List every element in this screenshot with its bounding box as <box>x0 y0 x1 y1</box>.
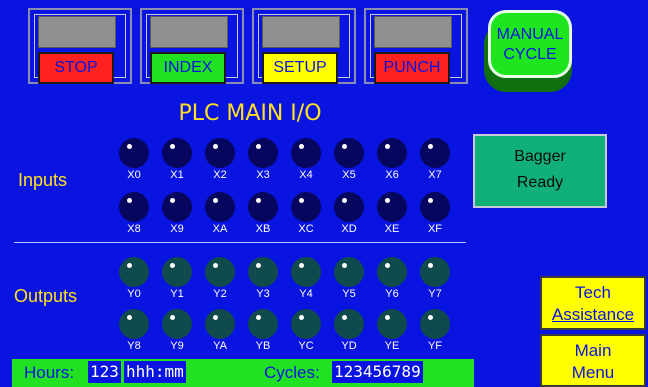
stop-label: STOP <box>38 52 114 84</box>
bagger-ready-indicator: Bagger Ready <box>473 134 607 208</box>
input-led-x6 <box>377 138 407 168</box>
hours-label: Hours: <box>24 363 75 382</box>
setup-button[interactable]: SETUP <box>252 8 356 84</box>
led-label: X3 <box>256 169 270 181</box>
led-label: YD <box>341 340 357 352</box>
tech-assistance-line2: Assistance <box>551 305 635 324</box>
stop-button[interactable]: STOP <box>28 8 132 84</box>
status-bar: Hours: 123 hhh:mm Cycles: 123456789 <box>12 359 474 387</box>
input-led-x3 <box>248 138 278 168</box>
manual-cycle-line1: MANUAL <box>496 26 564 43</box>
stop-indicator-lamp <box>38 16 116 48</box>
tech-assistance-button[interactable]: Tech Assistance <box>540 276 646 330</box>
setup-label: SETUP <box>262 52 338 84</box>
led-label: XB <box>255 223 271 235</box>
hours-value: 123 <box>88 361 121 383</box>
led-label: X5 <box>342 169 356 181</box>
input-led-x8 <box>119 192 149 222</box>
led-label: Y7 <box>428 288 442 300</box>
led-label: Y5 <box>342 288 356 300</box>
led-label: Y3 <box>256 288 270 300</box>
led-label: Y2 <box>213 288 227 300</box>
output-led-y6 <box>377 257 407 287</box>
input-led-x4 <box>291 138 321 168</box>
setup-indicator-lamp <box>262 16 340 48</box>
manual-cycle-face: MANUAL CYCLE <box>488 10 572 78</box>
output-led-y7 <box>420 257 450 287</box>
led-label: YA <box>213 340 227 352</box>
output-led-y2 <box>205 257 235 287</box>
section-divider <box>14 242 466 243</box>
input-led-x7 <box>420 138 450 168</box>
index-label: INDEX <box>150 52 226 84</box>
input-led-xf <box>420 192 450 222</box>
output-led-y0 <box>119 257 149 287</box>
led-label: Y9 <box>170 340 184 352</box>
punch-label: PUNCH <box>374 52 450 84</box>
led-label: XA <box>212 223 228 235</box>
led-label: Y6 <box>385 288 399 300</box>
punch-indicator-lamp <box>374 16 452 48</box>
output-led-yb <box>248 309 278 339</box>
led-label: XF <box>427 223 443 235</box>
led-label: Y1 <box>170 288 184 300</box>
punch-button[interactable]: PUNCH <box>364 8 468 84</box>
led-label: YF <box>427 340 443 352</box>
main-menu-button[interactable]: Main Menu <box>540 334 646 387</box>
hours-format: hhh:mm <box>124 361 186 383</box>
inputs-label: Inputs <box>18 170 68 190</box>
bagger-line2: Ready <box>516 174 564 191</box>
input-led-x1 <box>162 138 192 168</box>
led-label: Y8 <box>127 340 141 352</box>
input-led-x2 <box>205 138 235 168</box>
led-label: Y0 <box>127 288 141 300</box>
led-label: X1 <box>170 169 184 181</box>
led-label: X6 <box>385 169 399 181</box>
input-led-xd <box>334 192 364 222</box>
led-label: XC <box>298 223 314 235</box>
input-led-x5 <box>334 138 364 168</box>
index-indicator-lamp <box>150 16 228 48</box>
main-menu-line1: Main <box>574 341 612 360</box>
manual-cycle-button[interactable]: MANUAL CYCLE <box>484 10 578 92</box>
tech-assistance-line1: Tech <box>575 283 611 302</box>
output-led-yf <box>420 309 450 339</box>
output-led-ya <box>205 309 235 339</box>
input-led-x9 <box>162 192 192 222</box>
main-menu-line2: Menu <box>571 363 615 382</box>
input-led-xb <box>248 192 278 222</box>
led-label: YB <box>255 340 271 352</box>
output-led-yd <box>334 309 364 339</box>
output-led-ye <box>377 309 407 339</box>
led-label: X8 <box>127 223 141 235</box>
output-led-y3 <box>248 257 278 287</box>
input-led-xa <box>205 192 235 222</box>
input-led-x0 <box>119 138 149 168</box>
output-led-y4 <box>291 257 321 287</box>
output-led-y5 <box>334 257 364 287</box>
bagger-line1: Bagger <box>514 148 566 165</box>
led-label: X2 <box>213 169 227 181</box>
output-led-y9 <box>162 309 192 339</box>
led-label: X4 <box>299 169 313 181</box>
led-label: X9 <box>170 223 184 235</box>
output-led-yc <box>291 309 321 339</box>
output-led-y8 <box>119 309 149 339</box>
cycles-label: Cycles: <box>264 363 320 382</box>
led-label: XE <box>384 223 400 235</box>
led-label: X0 <box>127 169 141 181</box>
cycles-value: 123456789 <box>332 361 423 383</box>
led-label: Y4 <box>299 288 313 300</box>
output-led-y1 <box>162 257 192 287</box>
led-label: XD <box>341 223 357 235</box>
input-led-xc <box>291 192 321 222</box>
led-label: YE <box>384 340 400 352</box>
manual-cycle-line2: CYCLE <box>503 46 557 63</box>
input-led-xe <box>377 192 407 222</box>
led-label: X7 <box>428 169 442 181</box>
index-button[interactable]: INDEX <box>140 8 244 84</box>
outputs-label: Outputs <box>14 286 78 306</box>
page-title: PLC MAIN I/O <box>178 101 322 126</box>
led-label: YC <box>298 340 314 352</box>
